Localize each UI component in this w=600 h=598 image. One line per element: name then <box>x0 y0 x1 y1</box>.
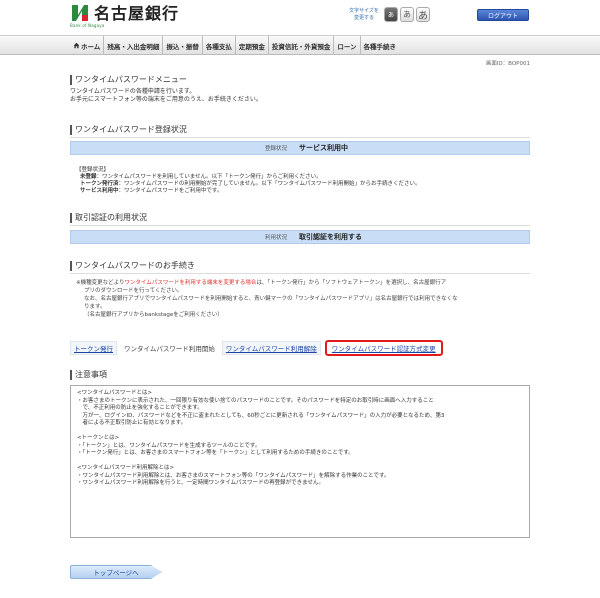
bank-logo[interactable]: Bank of Nagoya 名古屋銀行 <box>70 3 190 31</box>
header: Bank of Nagoya 名古屋銀行 文字サイズを変更する あ あ あ ログ… <box>0 0 600 34</box>
reg-legend-head: 【登録状況】 <box>76 167 110 173</box>
nav-item-procedures[interactable]: 各種手続き <box>361 36 400 55</box>
reg-status-bar: 登録状況 サービス利用中 <box>70 141 530 155</box>
tab-otp-start[interactable]: ワンタイムパスワード利用開始 <box>121 341 218 355</box>
notes-title: 注意事項 <box>70 370 107 380</box>
notes-box[interactable]: <ワンタイムパスワードとは> ・お客さまのトークンに表示された、一回限り有効な使… <box>70 385 530 538</box>
procedures-notice-5: （名古屋銀行アプリからbankstageをご利用ください） <box>84 312 223 318</box>
font-size-label: 文字サイズを変更する <box>349 8 379 21</box>
top-page-button[interactable]: トップページへ <box>70 565 162 579</box>
divider <box>70 225 530 226</box>
auth-status-value: 取引認証を利用する <box>299 233 362 241</box>
nav-item-transfer[interactable]: 振込・振替 <box>163 36 203 55</box>
home-icon <box>73 42 80 49</box>
nav-item-label: ホーム <box>81 42 101 51</box>
logout-button[interactable]: ログアウト <box>477 9 529 21</box>
procedures-notice-4: ります。 <box>84 304 106 310</box>
divider <box>70 137 530 138</box>
nav-item-payments[interactable]: 各種支払 <box>203 36 236 55</box>
nav-item-investment[interactable]: 投資信託・外貨預金 <box>269 36 335 55</box>
procedures-notice-1: ※機種変更などよりワンタイムパスワードを利用する端末を変更する場合は、「トークン… <box>76 280 447 286</box>
auth-status-title: 取引認証の利用状況 <box>70 213 147 223</box>
reg-legend-2: トークン発行済：ワンタイムパスワードの利用開始が完了していません。以下「ワンタイ… <box>80 181 421 187</box>
nav-item-home[interactable]: ホーム <box>70 36 105 55</box>
bank-logo-mark-icon <box>70 3 90 23</box>
reg-status-label: 登録状況 <box>264 146 287 152</box>
procedure-tabs: トークン発行 ワンタイムパスワード利用開始 ワンタイムパスワード利用解除 ワンタ… <box>70 340 443 356</box>
font-size-small-button[interactable]: あ <box>384 7 398 22</box>
reg-status-title: ワンタイムパスワード登録状況 <box>70 125 187 135</box>
tab-otp-auth-method-change[interactable]: ワンタイムパスワード認証方式変更 <box>324 340 443 356</box>
nav-item-balance[interactable]: 残高・入出金明細 <box>104 36 164 55</box>
menu-desc-2: お手元にスマートフォン等の端末をご用意のうえ、お手続きください。 <box>70 96 262 103</box>
tab-otp-cancel[interactable]: ワンタイムパスワード利用解除 <box>221 341 321 355</box>
screen-id: 画面ID：BOP001 <box>485 61 530 67</box>
reg-legend-3: サービス利用中：ワンタイムパスワードをご利用中です。 <box>80 188 223 194</box>
reg-status-value: サービス利用中 <box>299 144 348 152</box>
main-nav: ホーム 残高・入出金明細 振込・振替 各種支払 定期預金 投資信託・外貨預金 ロ… <box>0 35 600 55</box>
font-size-large-button[interactable]: あ <box>416 7 430 22</box>
nav-item-time-deposit[interactable]: 定期預金 <box>236 36 269 55</box>
notes-text: <ワンタイムパスワードとは> ・お客さまのトークンに表示された、一回限り有効な使… <box>77 390 445 486</box>
menu-desc-1: ワンタイムパスワードの各種申請を行います。 <box>70 88 196 95</box>
page-title: ワンタイムパスワードメニュー <box>70 75 187 85</box>
divider <box>70 273 530 274</box>
font-size-medium-button[interactable]: あ <box>400 7 414 22</box>
nav-item-loan[interactable]: ローン <box>334 36 361 55</box>
procedures-notice-emphasis: ワンタイムパスワードを利用する端末を変更する場合 <box>124 280 257 286</box>
tab-token-issue[interactable]: トークン発行 <box>70 341 117 355</box>
bank-sub-name: Bank of Nagoya <box>70 23 105 28</box>
procedures-notice-2: プリのダウンロードを行ってください。 <box>84 288 183 294</box>
auth-status-bar: 利用状況 取引認証を利用する <box>70 230 530 244</box>
procedures-notice-3: なお、名古屋銀行アプリでワンタイムパスワードを利用開始すると、青い鍵マークの「ワ… <box>84 296 458 302</box>
auth-status-label: 利用状況 <box>264 235 287 241</box>
reg-legend-1: 未登録：ワンタイムパスワードを利用していません。以下「トークン発行」からご利用く… <box>80 174 322 180</box>
bank-name: 名古屋銀行 <box>94 4 180 23</box>
procedures-title: ワンタイムパスワードのお手続き <box>70 261 195 271</box>
